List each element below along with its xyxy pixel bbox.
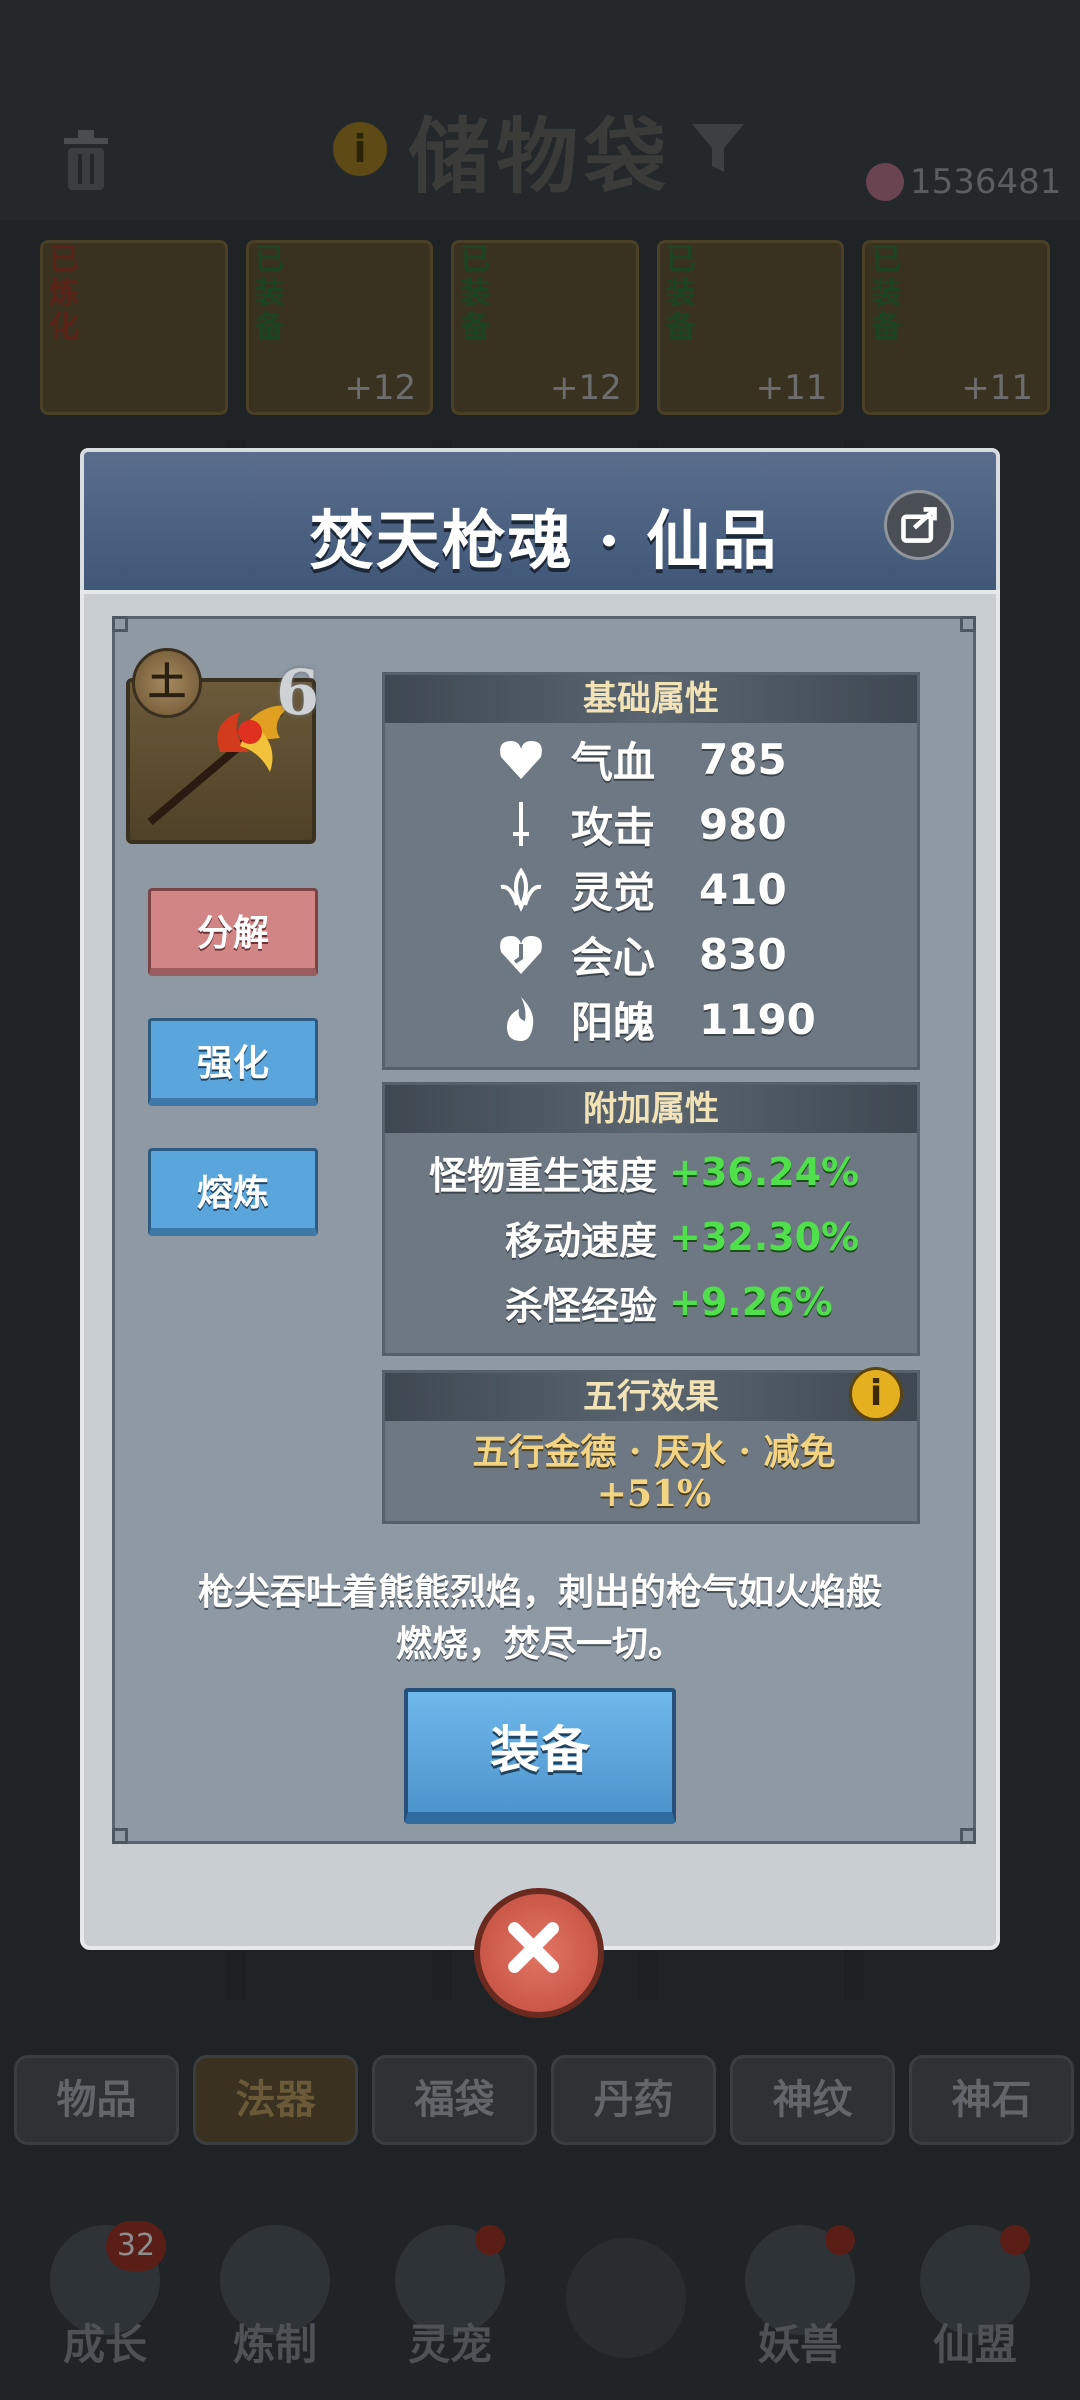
tab-pills[interactable]: 丹药: [551, 2055, 716, 2145]
nav-center-button[interactable]: [566, 2238, 686, 2358]
item-slot[interactable]: 已装备 +12: [451, 240, 639, 415]
grade-badge: 6: [276, 656, 320, 729]
item-level: +11: [961, 368, 1033, 408]
currency-value: 1536481: [910, 162, 1062, 202]
frame-corner: [960, 616, 976, 632]
nav-label: 成长: [62, 2320, 147, 2369]
stat-value: 785: [699, 734, 787, 784]
stat-value: 980: [699, 799, 787, 849]
nav-label: 仙盟: [932, 2320, 1017, 2369]
nav-spirit-pet[interactable]: 灵宠: [375, 2225, 525, 2385]
item-name: 焚天枪魂 · 仙品: [309, 504, 779, 579]
stat-name: 攻击: [571, 802, 656, 852]
smelt-button[interactable]: 熔炼: [148, 1148, 318, 1236]
sword-icon: [513, 802, 529, 846]
info-icon[interactable]: i: [849, 1367, 903, 1421]
item-status-tag: 已装备: [460, 242, 491, 345]
item-status-tag: 已炼化: [49, 242, 79, 345]
item-status-tag: 已装备: [871, 242, 902, 345]
extra-stat-value: +9.26%: [669, 1280, 833, 1324]
base-stats-panel: 基础属性 气血 785 攻击 980 灵觉 410 会心 830 阳魄 1190: [382, 672, 920, 1070]
item-slot[interactable]: 已装备 +11: [656, 240, 845, 415]
category-tabs: 物品 法器 福袋 丹药 神纹 神石: [14, 2055, 1074, 2145]
item-level: +12: [344, 368, 417, 408]
item-level: +11: [755, 368, 828, 408]
currency-display: 1536481: [866, 162, 1061, 202]
extra-stats-title: 附加属性: [385, 1085, 917, 1133]
frame-corner: [112, 1828, 128, 1844]
nav-growth[interactable]: 成长 32: [30, 2221, 180, 2385]
stat-name: 气血: [571, 737, 656, 787]
item-status-tag: 已装备: [254, 242, 285, 345]
five-elements-title: 五行效果: [385, 1373, 917, 1421]
equipped-items-row: 已炼化 已装备 +12 已装备 +12 已装备 +11 已装备 +11: [40, 240, 1050, 415]
heart-icon: [500, 741, 542, 779]
share-icon[interactable]: [884, 490, 954, 560]
extra-stat-name: 怪物重生速度: [428, 1152, 657, 1198]
extra-stat-row: 杀怪经验 +9.26%: [385, 1271, 923, 1333]
decompose-button[interactable]: 分解: [148, 888, 318, 976]
nav-label: 灵宠: [407, 2320, 492, 2369]
extra-stat-name: 移动速度: [504, 1217, 657, 1263]
notification-badge: 32: [106, 2221, 166, 2271]
nav-crafting[interactable]: 炼制: [200, 2225, 350, 2385]
gem-icon: [866, 163, 904, 201]
frame-corner: [960, 1828, 976, 1844]
stat-row: 气血 785: [495, 729, 787, 789]
close-icon[interactable]: [474, 1888, 604, 2018]
item-detail-header: 焚天枪魂 · 仙品: [80, 448, 1000, 596]
item-slot[interactable]: 已炼化: [40, 240, 228, 415]
stat-row: 攻击 980: [495, 794, 787, 854]
nav-demon-beast[interactable]: 妖兽: [725, 2225, 875, 2385]
stat-row: 灵觉 410: [495, 859, 787, 919]
extra-stat-row: 移动速度 +32.30%: [385, 1206, 923, 1268]
tab-runes[interactable]: 神纹: [730, 2055, 895, 2145]
description-line: 枪尖吞吐着熊熊烈焰，刺出的枪气如火焰般: [197, 1571, 882, 1613]
equip-button[interactable]: 装备: [404, 1688, 676, 1824]
notification-dot: [1000, 2225, 1030, 2255]
tab-artifacts[interactable]: 法器: [193, 2055, 358, 2145]
item-slot[interactable]: 已装备 +11: [862, 240, 1050, 415]
extra-stat-value: +36.24%: [669, 1150, 860, 1194]
enhance-button[interactable]: 强化: [148, 1018, 318, 1106]
stat-row: 会心 830: [495, 924, 787, 984]
description-line: 燃烧，焚尽一切。: [395, 1623, 684, 1665]
five-elements-value: +51%: [596, 1473, 712, 1515]
notification-dot: [825, 2225, 855, 2255]
tab-stones[interactable]: 神石: [909, 2055, 1074, 2145]
item-description: 枪尖吞吐着熊熊烈焰，刺出的枪气如火焰般 燃烧，焚尽一切。: [140, 1566, 940, 1670]
crit-heart-icon: [500, 936, 542, 974]
notification-dot: [475, 2225, 505, 2255]
base-stats-title: 基础属性: [385, 675, 917, 723]
item-level: +12: [550, 368, 622, 408]
nav-label: 炼制: [232, 2320, 317, 2369]
extra-stats-panel: 附加属性 怪物重生速度 +36.24% 移动速度 +32.30% 杀怪经验 +9…: [382, 1082, 920, 1356]
stat-name: 灵觉: [571, 867, 656, 917]
tab-lucky-bags[interactable]: 福袋: [372, 2055, 537, 2145]
spirit-icon: [500, 867, 542, 912]
stat-value: 830: [699, 929, 787, 979]
stat-name: 会心: [571, 932, 656, 982]
extra-stat-row: 怪物重生速度 +36.24%: [385, 1141, 923, 1203]
nav-alliance[interactable]: 仙盟: [900, 2225, 1050, 2385]
filter-icon[interactable]: [688, 118, 748, 178]
five-elements-effect: 五行金德 · 厌水 · 减免: [472, 1431, 836, 1473]
stat-name: 阳魄: [571, 997, 656, 1047]
extra-stat-name: 杀怪经验: [504, 1282, 657, 1328]
flame-icon: [507, 997, 534, 1041]
extra-stat-value: +32.30%: [669, 1215, 860, 1259]
item-status-tag: 已装备: [665, 242, 696, 345]
item-slot[interactable]: 已装备 +12: [245, 240, 434, 415]
stat-value: 410: [699, 864, 787, 914]
stat-value: 1190: [699, 994, 816, 1044]
stat-row: 阳魄 1190: [495, 989, 816, 1049]
tab-items[interactable]: 物品: [14, 2055, 179, 2145]
nav-label: 妖兽: [757, 2320, 842, 2369]
frame-corner: [112, 616, 128, 632]
element-badge: 土: [132, 648, 202, 718]
five-elements-panel: 五行效果 i 五行金德 · 厌水 · 减免 +51%: [382, 1367, 920, 1524]
